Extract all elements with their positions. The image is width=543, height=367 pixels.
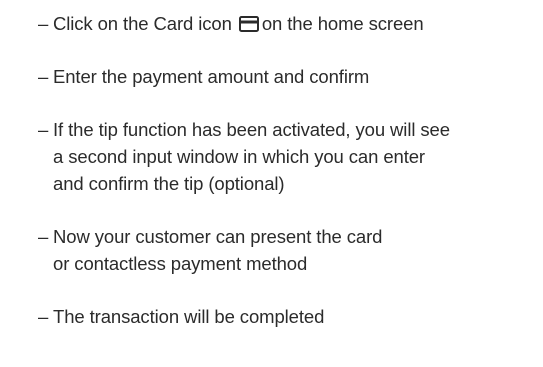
- bullet-dash: –: [38, 306, 49, 327]
- step-item: – Enter the payment amount and confirm: [38, 63, 538, 90]
- step-item: – Now your customer can present the card…: [38, 223, 538, 277]
- bullet-dash: –: [38, 226, 49, 247]
- instruction-list: – Click on the Card icon on the home scr…: [38, 10, 538, 356]
- step-text: on the home screen: [261, 13, 424, 34]
- step-line: If the tip function has been activated, …: [53, 119, 450, 140]
- bullet-dash: –: [38, 119, 49, 140]
- step-text: Click on the Card icon: [53, 13, 232, 34]
- bullet-dash: –: [38, 13, 49, 34]
- step-item: – Click on the Card icon on the home scr…: [38, 10, 538, 37]
- card-icon: [238, 16, 259, 32]
- step-line: or contactless payment method: [53, 253, 308, 274]
- step-line: Enter the payment amount and confirm: [53, 66, 370, 87]
- step-line: a second input window in which you can e…: [53, 146, 425, 167]
- step-line: and confirm the tip (optional): [53, 173, 285, 194]
- step-line: The transaction will be completed: [53, 306, 325, 327]
- step-item: – The transaction will be completed: [38, 303, 538, 330]
- step-line: Now your customer can present the card: [53, 226, 383, 247]
- step-line: Click on the Card icon on the home scree…: [53, 10, 538, 37]
- bullet-dash: –: [38, 66, 49, 87]
- step-item: – If the tip function has been activated…: [38, 116, 538, 197]
